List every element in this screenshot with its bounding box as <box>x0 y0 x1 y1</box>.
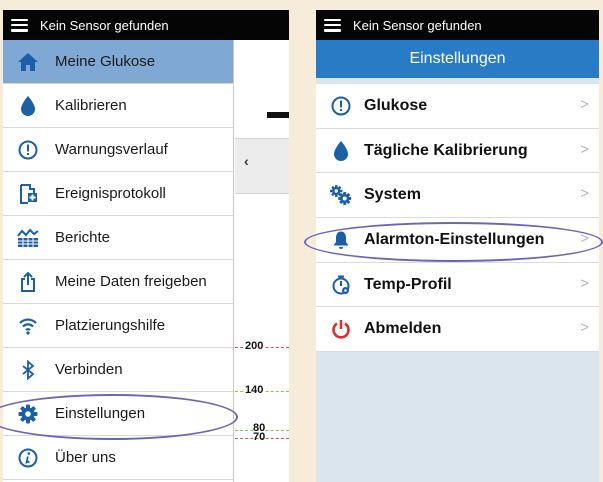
add-event-icon <box>17 183 39 205</box>
graph-label-70: 70 <box>253 431 266 443</box>
menu-item-einstellungen[interactable]: Einstellungen <box>3 392 233 436</box>
chevron-right-icon: > <box>580 274 589 292</box>
graph-label-140: 140 <box>244 384 265 396</box>
settings-label: Glukose <box>364 96 428 114</box>
menu-label: Berichte <box>55 229 111 246</box>
signal-icon <box>17 315 39 337</box>
alert-circle-icon <box>330 95 352 117</box>
gear-icon <box>17 403 39 425</box>
chevron-right-icon: > <box>580 140 589 158</box>
menu-label: Ereignisprotokoll <box>55 185 166 202</box>
settings-label: Tägliche Kalibrierung <box>364 141 528 159</box>
power-icon <box>330 318 352 340</box>
graph-label-200: 200 <box>244 340 265 352</box>
chevron-right-icon: > <box>580 230 589 248</box>
menu-label: Über uns <box>55 449 116 466</box>
settings-item-abmelden[interactable]: Abmelden > <box>316 307 599 353</box>
hamburger-menu-icon[interactable] <box>11 18 28 32</box>
temp-profile-icon <box>330 274 352 296</box>
settings-list: Glukose > Tägliche Kalibrierung > System… <box>316 84 599 353</box>
chevron-right-icon: > <box>580 96 589 113</box>
menu-item-meine-glukose[interactable]: Meine Glukose <box>3 40 233 84</box>
menu-item-berichte[interactable]: Berichte <box>3 216 233 260</box>
navigation-drawer: Meine Glukose Kalibrieren Warnungsverlau… <box>3 40 234 482</box>
chevron-right-icon: > <box>580 319 589 337</box>
menu-item-kalibrieren[interactable]: Kalibrieren <box>3 84 233 128</box>
glucose-value-dash <box>267 112 289 118</box>
settings-item-temp-profil[interactable]: Temp-Profil > <box>316 263 599 308</box>
settings-item-alarmton-einstellungen[interactable]: Alarmton-Einstellungen > <box>316 218 599 263</box>
report-icon <box>17 227 39 249</box>
settings-item-system[interactable]: System > <box>316 173 599 219</box>
menu-item-platzierungshilfe[interactable]: Platzierungshilfe <box>3 304 233 348</box>
menu-item-meine-daten-freigeben[interactable]: Meine Daten freigeben <box>3 260 233 304</box>
chevron-left-icon: ‹ <box>244 153 249 169</box>
settings-item-glukose[interactable]: Glukose > <box>316 84 599 129</box>
settings-label: Temp-Profil <box>364 275 452 293</box>
alert-circle-icon <box>17 139 39 161</box>
menu-item-ueber-uns[interactable]: Über uns <box>3 436 233 480</box>
menu-label: Meine Glukose <box>55 53 156 70</box>
menu-label: Warnungsverlauf <box>55 141 168 158</box>
glucose-screen-behind: ‹ 200 140 80 70 <box>235 40 289 482</box>
menu-item-warnungsverlauf[interactable]: Warnungsverlauf <box>3 128 233 172</box>
settings-label: System <box>364 186 421 204</box>
menu-item-verbinden[interactable]: Verbinden <box>3 348 233 392</box>
info-icon <box>17 447 39 469</box>
hamburger-menu-icon[interactable] <box>324 18 341 32</box>
settings-label: Abmelden <box>364 320 442 338</box>
home-icon <box>17 51 39 73</box>
left-screen: Kein Sensor gefunden ‹ 200 140 80 70 Mei… <box>3 10 289 482</box>
bluetooth-icon <box>17 359 39 381</box>
menu-label: Platzierungshilfe <box>55 317 166 334</box>
top-bar: Kein Sensor gefunden <box>3 10 289 40</box>
chevron-right-icon: > <box>580 185 589 203</box>
share-icon <box>17 271 39 293</box>
right-screen: Kein Sensor gefunden Einstellungen Gluko… <box>316 10 599 482</box>
status-title: Kein Sensor gefunden <box>353 17 482 33</box>
menu-label: Verbinden <box>55 361 123 378</box>
menu-label: Einstellungen <box>55 405 146 422</box>
top-bar: Kein Sensor gefunden <box>316 10 599 40</box>
bell-icon <box>330 229 352 251</box>
drop-icon <box>17 95 39 117</box>
settings-item-taegliche-kalibrierung[interactable]: Tägliche Kalibrierung > <box>316 129 599 174</box>
menu-label: Meine Daten freigeben <box>55 273 207 290</box>
drop-icon <box>330 140 352 162</box>
menu-label: Kalibrieren <box>55 97 127 114</box>
gears-icon <box>330 184 352 206</box>
page-title: Einstellungen <box>316 40 599 78</box>
status-title: Kein Sensor gefunden <box>40 17 169 33</box>
settings-label: Alarmton-Einstellungen <box>364 230 545 248</box>
menu-item-ereignisprotokoll[interactable]: Ereignisprotokoll <box>3 172 233 216</box>
back-tab[interactable]: ‹ <box>235 138 289 194</box>
